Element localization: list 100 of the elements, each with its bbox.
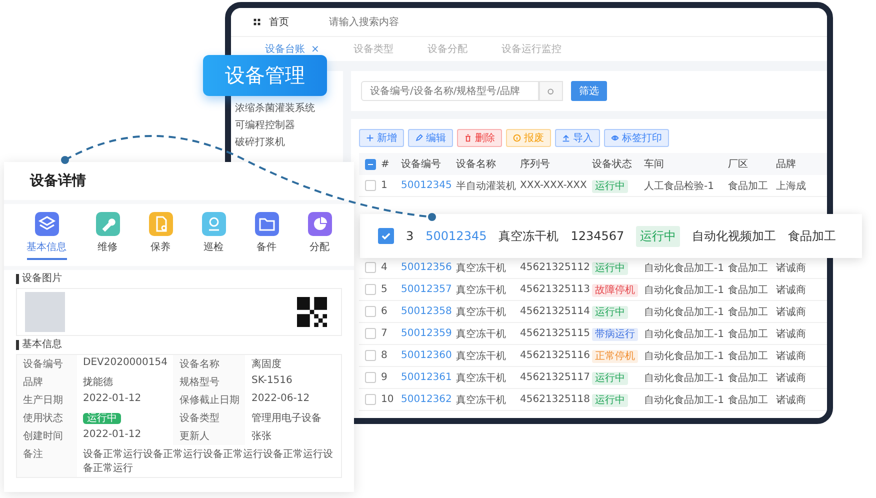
- row-checkbox[interactable]: [364, 306, 376, 317]
- eye-icon: [611, 134, 619, 142]
- device-id-link[interactable]: 50012345: [401, 180, 452, 191]
- table-cell: 45621325114: [520, 306, 590, 317]
- table-cell: 自动化视频加工: [692, 228, 776, 244]
- section-badge: 设备管理: [203, 55, 327, 96]
- toolbar-button[interactable]: 报废: [506, 129, 551, 147]
- row-checkbox[interactable]: [378, 228, 394, 244]
- detail-tab[interactable]: 分配: [308, 212, 332, 260]
- table-cell: 食品加工: [728, 180, 768, 192]
- field-label: 保修截止日期: [173, 391, 246, 409]
- plus-icon: [366, 134, 374, 142]
- table-cell: 真空冻干机: [456, 284, 506, 296]
- column-header: 车间: [644, 158, 665, 171]
- field-value: 2022-06-12: [251, 393, 310, 404]
- status-tag: 正常停机: [592, 350, 638, 362]
- search-field[interactable]: 请输入搜索内容: [327, 16, 531, 28]
- grid-icon[interactable]: [253, 18, 261, 26]
- device-id-link[interactable]: 50012359: [401, 328, 452, 339]
- toolbar-button[interactable]: 编辑: [408, 129, 453, 147]
- sidebar-item[interactable]: 破碎打浆机: [235, 135, 343, 149]
- device-id-link[interactable]: 50012357: [401, 284, 452, 295]
- table-cell: 真空冻干机: [456, 328, 506, 340]
- tab[interactable]: 设备运行监控: [501, 42, 562, 56]
- table-cell: 1: [381, 180, 388, 191]
- device-id-link[interactable]: 50012345: [426, 229, 487, 243]
- close-icon[interactable]: ×: [311, 44, 320, 55]
- table-cell: XXX-XXX-XXX: [520, 180, 587, 191]
- table-cell: 45621325117: [520, 372, 590, 383]
- table-cell: 真空冻干机: [456, 350, 506, 362]
- table-cell: 6: [381, 306, 388, 317]
- field-value: DEV2020000154: [83, 357, 168, 368]
- table-cell: 食品加工: [728, 306, 768, 318]
- row-checkbox[interactable]: [364, 262, 376, 273]
- row-checkbox[interactable]: [364, 372, 376, 383]
- device-id-link[interactable]: 50012361: [401, 372, 452, 383]
- toolbar-button[interactable]: 删除: [457, 129, 502, 147]
- table-cell: 食品加工: [728, 284, 768, 296]
- status-tag: 运行中: [592, 262, 628, 274]
- table-cell: 1234567: [570, 229, 624, 243]
- search-button[interactable]: [539, 81, 563, 101]
- field-label: 设备编号: [17, 355, 77, 373]
- row-checkbox[interactable]: [364, 394, 376, 405]
- table-cell: 诸诚商: [776, 328, 806, 340]
- device-id-link[interactable]: 50012362: [401, 394, 452, 405]
- table-cell: 45621325113: [520, 284, 590, 295]
- tab[interactable]: 设备分配: [427, 42, 468, 56]
- device-id-link[interactable]: 50012356: [401, 262, 452, 273]
- table-cell: 7: [381, 328, 388, 339]
- field-value: 拢能德: [83, 377, 113, 388]
- row-checkbox[interactable]: [364, 350, 376, 361]
- document-icon: [148, 212, 172, 236]
- status-tag: 带病运行: [592, 328, 638, 340]
- select-all-checkbox[interactable]: [364, 158, 376, 170]
- detail-tab[interactable]: 保养: [148, 212, 172, 260]
- field-value: 2022-01-12: [83, 429, 142, 440]
- table-cell: 45621325116: [520, 350, 590, 361]
- field-value: 设备正常运行设备正常运行设备正常运行设备正常运行设备正常运行: [83, 449, 333, 474]
- row-checkbox[interactable]: [364, 180, 376, 191]
- sidebar-item[interactable]: 浓缩杀菌灌装系统: [235, 101, 343, 115]
- table-cell: 食品加工: [728, 262, 768, 274]
- toolbar-button[interactable]: 导入: [555, 129, 600, 147]
- section-heading: 基本信息: [16, 340, 342, 350]
- sidebar-item[interactable]: 可编程控制器: [235, 118, 343, 132]
- column-header: 序列号: [520, 158, 551, 171]
- filter-button[interactable]: 筛选: [571, 81, 607, 101]
- field-label: 品牌: [17, 373, 77, 391]
- row-checkbox[interactable]: [364, 328, 376, 339]
- toolbar-button[interactable]: 新增: [359, 129, 404, 147]
- wrench-icon: [96, 212, 120, 236]
- table-cell: 自动化食品加工-1: [644, 284, 724, 296]
- toolbar-button[interactable]: 标签打印: [604, 129, 669, 147]
- table-cell: 真空冻干机: [456, 306, 506, 318]
- field-value: 2022-01-12: [83, 393, 142, 404]
- detail-tab[interactable]: 维修: [96, 212, 120, 260]
- detail-tab[interactable]: 巡检: [202, 212, 226, 260]
- detail-tab[interactable]: 备件: [254, 212, 278, 260]
- column-header: 设备名称: [456, 158, 497, 171]
- filter-field[interactable]: 设备编号/设备名称/规格型号/品牌: [361, 81, 539, 101]
- field-label: 生产日期: [17, 391, 77, 409]
- table-cell: 8: [381, 350, 388, 361]
- home-link[interactable]: 首页: [269, 15, 289, 29]
- detail-tab[interactable]: 基本信息: [26, 212, 66, 260]
- device-id-link[interactable]: 50012360: [401, 350, 452, 361]
- device-id-link[interactable]: 50012358: [401, 306, 452, 317]
- tab[interactable]: 设备台账 ×: [265, 42, 320, 56]
- info-icon: [513, 134, 521, 142]
- table-cell: 食品加工: [728, 372, 768, 384]
- upload-icon: [562, 134, 570, 142]
- status-tag: 故障停机: [592, 284, 638, 296]
- table-cell: 诸诚商: [776, 394, 806, 406]
- table-cell: 45621325115: [520, 328, 590, 339]
- field-value: 管理用电子设备: [251, 413, 322, 424]
- search-icon: [547, 88, 555, 96]
- webcam-icon: [202, 212, 226, 236]
- status-tag: 运行中: [636, 226, 680, 246]
- table-cell: 4: [381, 262, 388, 273]
- tab[interactable]: 设备类型: [353, 42, 394, 56]
- row-checkbox[interactable]: [364, 284, 376, 295]
- table-cell: 诸诚商: [776, 306, 806, 318]
